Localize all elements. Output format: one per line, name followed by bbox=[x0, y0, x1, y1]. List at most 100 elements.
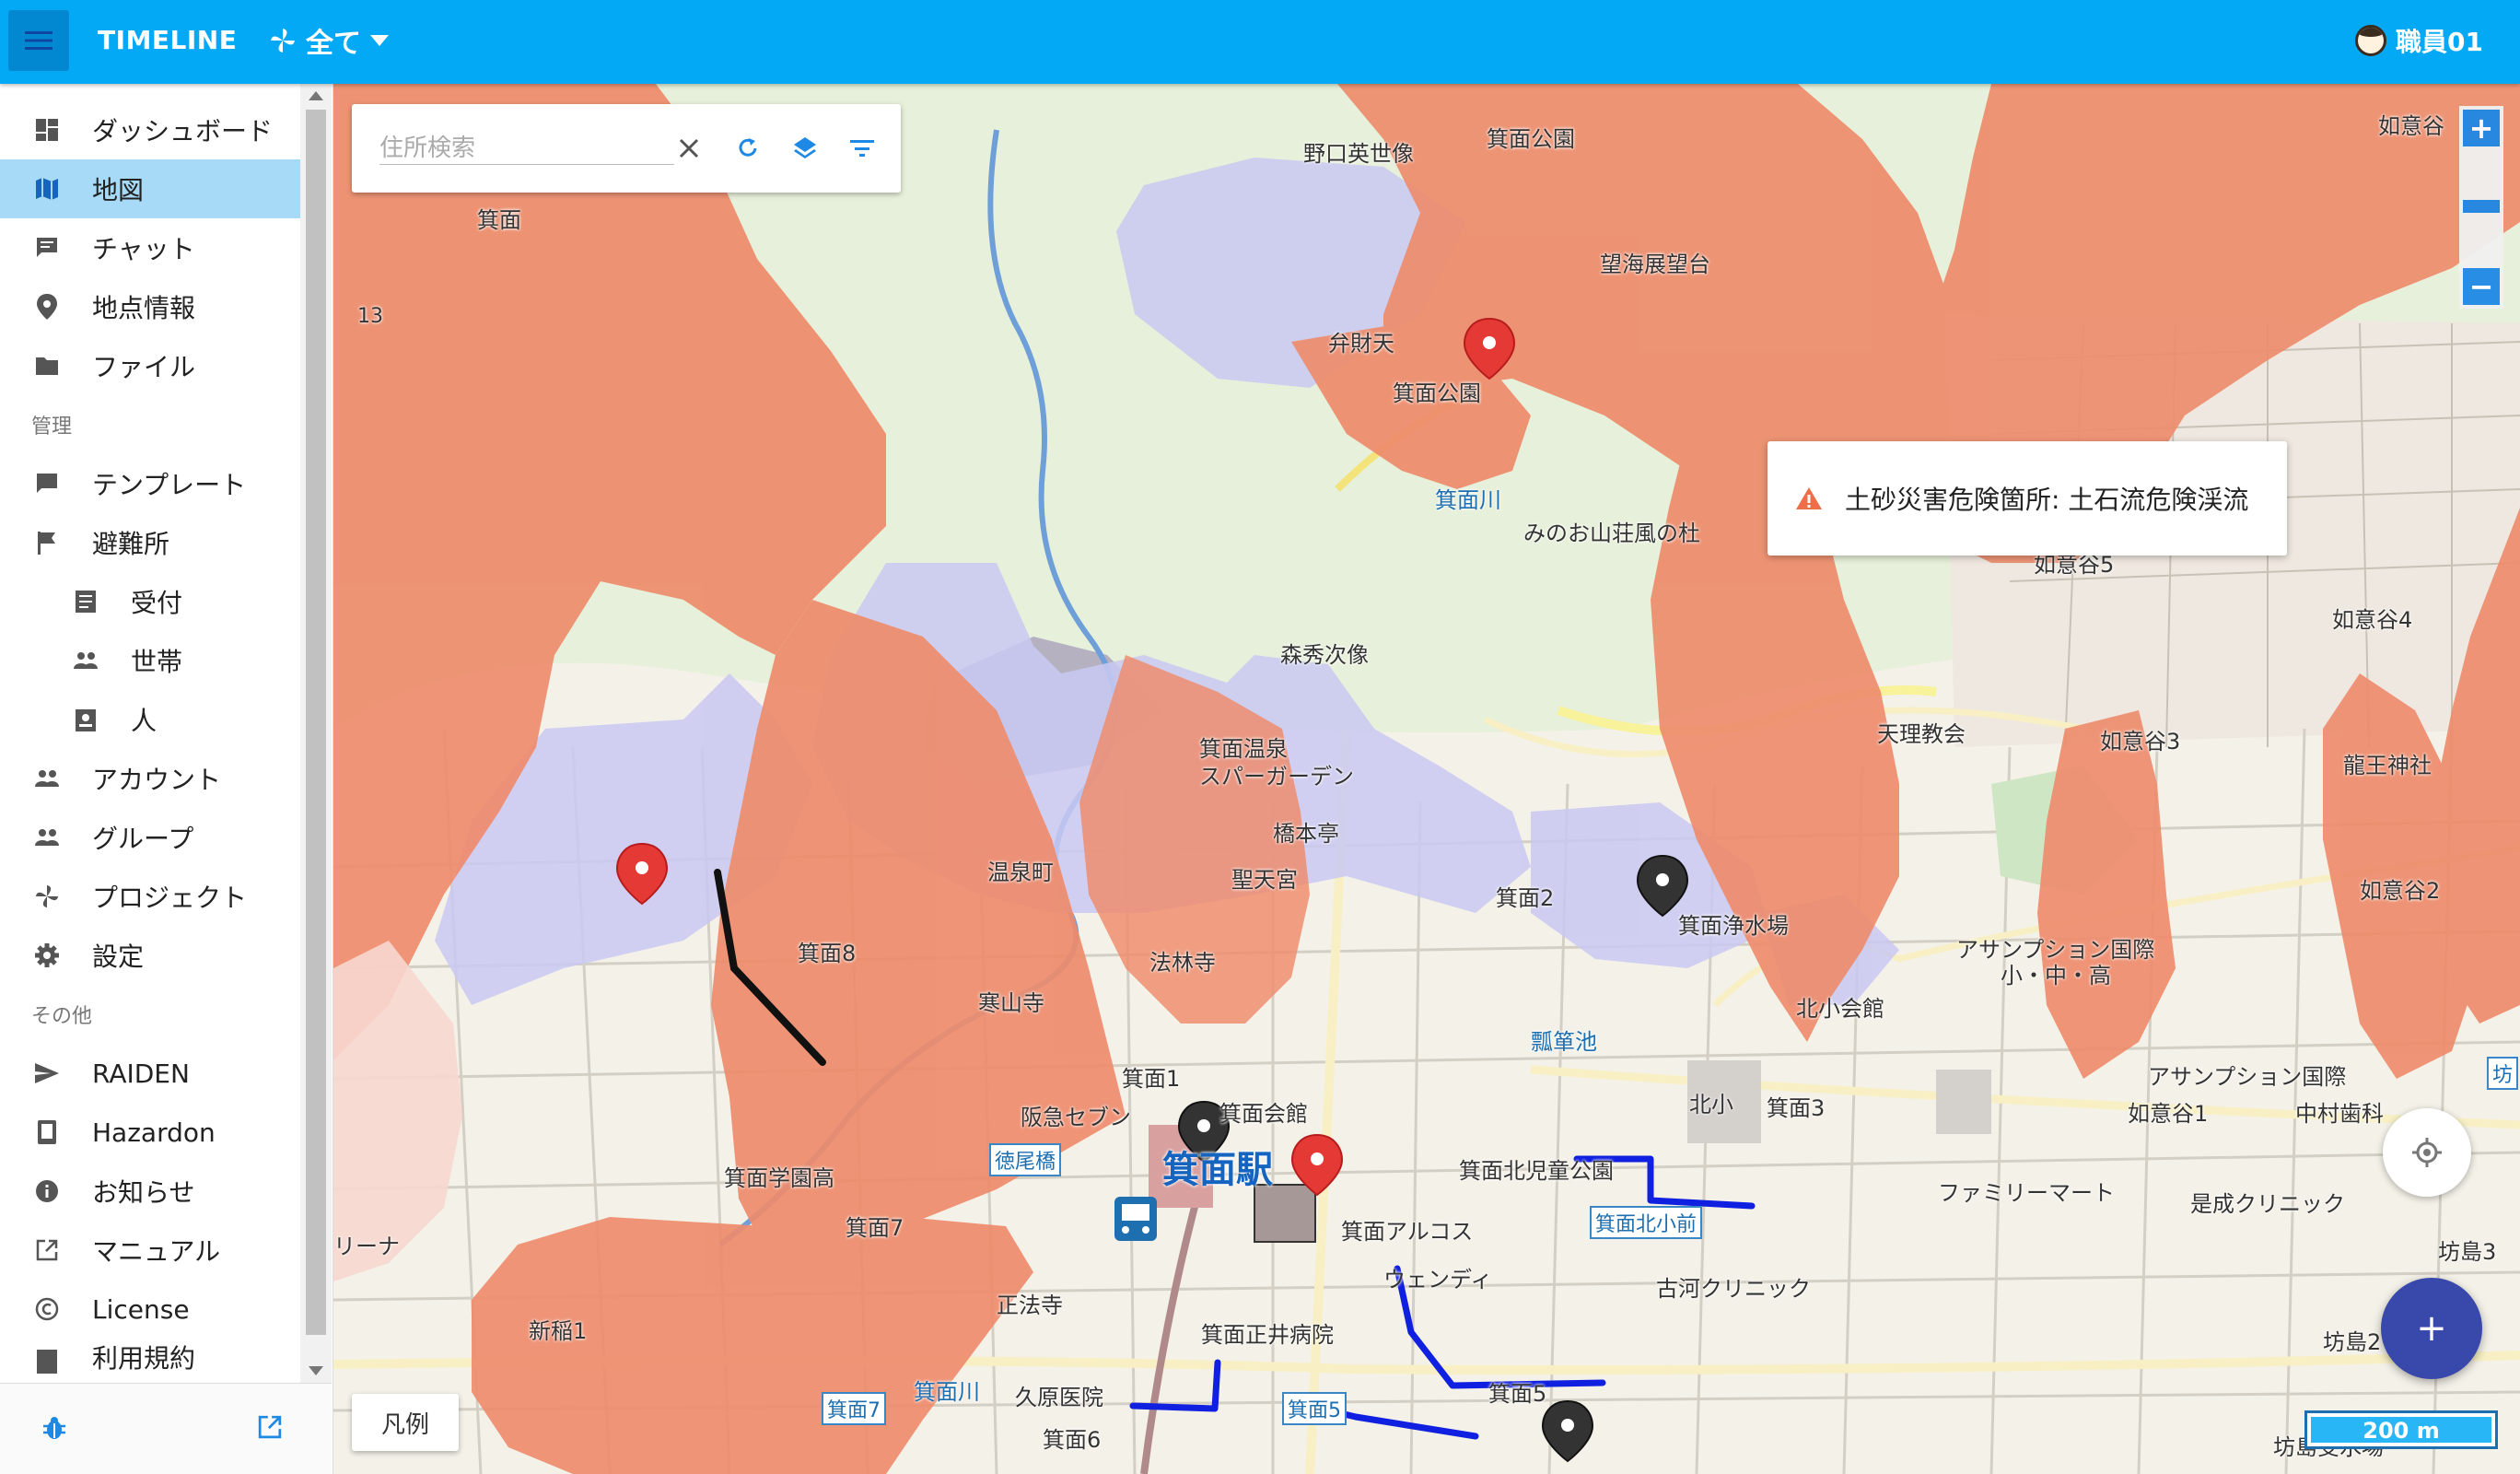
map-label: 箕面浄水場 bbox=[1678, 913, 1789, 939]
map-scale: 200 m bbox=[2304, 1410, 2498, 1449]
map-label: 箕面川 bbox=[914, 1379, 980, 1405]
zoom-control: + − bbox=[2459, 106, 2503, 309]
sidebar-item-chat[interactable]: チャット bbox=[0, 218, 300, 277]
copyright-icon bbox=[33, 1295, 61, 1323]
sidebar-item-files[interactable]: ファイル bbox=[0, 336, 300, 395]
map-label: リーナ bbox=[333, 1234, 400, 1259]
zoom-out-button[interactable]: − bbox=[2463, 268, 2500, 305]
chevron-down-icon bbox=[370, 35, 389, 46]
people-icon bbox=[33, 765, 61, 792]
sidebar-item-map[interactable]: 地図 bbox=[0, 159, 300, 218]
sidebar-item-reception[interactable]: 受付 bbox=[0, 572, 300, 631]
sidebar-item-label: ダッシュボード bbox=[92, 116, 274, 146]
map-label: 望海展望台 bbox=[1600, 252, 1710, 277]
project-select[interactable]: 全て bbox=[269, 20, 389, 61]
map-label: 箕面 bbox=[477, 207, 521, 233]
map-label: 森秀次像 bbox=[1280, 642, 1369, 668]
sidebar-item-notices[interactable]: お知らせ bbox=[0, 1162, 300, 1221]
map-label: 北小会館 bbox=[1796, 996, 1884, 1022]
sidebar: ダッシュボード 地図 チャット 地点情報 ファイル 管理 テンプレート 避難所 bbox=[0, 84, 333, 1474]
map-label: 徳尾橋 bbox=[989, 1143, 1062, 1176]
legend-button[interactable]: 凡例 bbox=[352, 1394, 459, 1451]
hazard-tooltip-text: 土砂災害危険箇所: 土石流危険渓流 bbox=[1845, 485, 2249, 515]
sidebar-item-label: 設定 bbox=[92, 942, 145, 972]
map-label: 箕面正井病院 bbox=[1201, 1322, 1334, 1348]
sidebar-item-templates[interactable]: テンプレート bbox=[0, 454, 300, 513]
map-label: 箕面5 bbox=[1282, 1392, 1347, 1425]
sidebar-item-accounts[interactable]: アカウント bbox=[0, 749, 300, 808]
scroll-thumb[interactable] bbox=[306, 110, 326, 1335]
menu-button[interactable] bbox=[8, 10, 69, 71]
crosshair-icon bbox=[2412, 1138, 2442, 1167]
section-header-admin: 管理 bbox=[31, 415, 73, 439]
clear-icon[interactable] bbox=[672, 132, 706, 165]
send-icon bbox=[33, 1059, 61, 1087]
map-label: アサンプション国際 bbox=[2148, 1064, 2347, 1090]
filter-icon[interactable] bbox=[846, 132, 879, 165]
zoom-in-button[interactable]: + bbox=[2463, 110, 2500, 146]
sidebar-scrollbar[interactable] bbox=[300, 84, 332, 1383]
sidebar-item-households[interactable]: 世帯 bbox=[0, 631, 300, 690]
people-icon bbox=[33, 824, 61, 851]
sidebar-item-label: マニュアル bbox=[92, 1236, 221, 1267]
flag-icon bbox=[33, 529, 61, 556]
map-label: 瓢箪池 bbox=[1531, 1029, 1597, 1055]
sidebar-item-label: 地図 bbox=[92, 175, 145, 205]
sidebar-item-label: Hazardon bbox=[92, 1117, 216, 1148]
sidebar-item-persons[interactable]: 人 bbox=[0, 690, 300, 749]
map-label: 箕面8 bbox=[798, 941, 857, 966]
sidebar-item-settings[interactable]: 設定 bbox=[0, 926, 300, 985]
sidebar-item-location-info[interactable]: 地点情報 bbox=[0, 277, 300, 336]
map-label: 如意谷3 bbox=[2100, 729, 2181, 755]
map-label: 箕面2 bbox=[1496, 885, 1555, 911]
avatar bbox=[2355, 25, 2387, 56]
sidebar-item-label: チャット bbox=[92, 234, 195, 264]
map-label: 箕面1 bbox=[1122, 1066, 1181, 1092]
hamburger-icon bbox=[25, 31, 52, 50]
external-link-icon bbox=[33, 1236, 61, 1264]
map-label: 寒山寺 bbox=[978, 990, 1044, 1016]
scroll-up-arrow[interactable] bbox=[309, 91, 323, 100]
external-link-icon[interactable] bbox=[258, 1415, 282, 1443]
sidebar-item-label: 人 bbox=[131, 706, 158, 736]
sidebar-nav: ダッシュボード 地図 チャット 地点情報 ファイル 管理 テンプレート 避難所 bbox=[0, 100, 300, 1375]
map-label: 小・中・高 bbox=[2001, 963, 2111, 989]
map-label: 如意谷4 bbox=[2332, 607, 2413, 633]
map-view[interactable]: 箕面 13 箕面公園 野口英世像 弁財天 箕面公園 望海展望台 箕面川 みのお山… bbox=[333, 84, 2520, 1474]
add-fab-button[interactable]: + bbox=[2381, 1278, 2482, 1379]
pinwheel-icon bbox=[271, 29, 295, 53]
sidebar-item-dashboard[interactable]: ダッシュボード bbox=[0, 100, 300, 159]
sidebar-item-hazardon[interactable]: Hazardon bbox=[0, 1103, 300, 1162]
map-label: 新稲1 bbox=[529, 1318, 588, 1344]
rss-icon bbox=[33, 1118, 61, 1146]
map-label: 橋本亭 bbox=[1273, 821, 1339, 847]
sidebar-item-groups[interactable]: グループ bbox=[0, 808, 300, 867]
sidebar-footer bbox=[0, 1383, 332, 1474]
locate-button[interactable] bbox=[2383, 1108, 2471, 1197]
refresh-icon[interactable] bbox=[731, 132, 764, 165]
sidebar-item-projects[interactable]: プロジェクト bbox=[0, 867, 300, 926]
sidebar-item-license[interactable]: License bbox=[0, 1280, 300, 1339]
user-name: 職員01 bbox=[2396, 27, 2483, 57]
sidebar-item-manual[interactable]: マニュアル bbox=[0, 1221, 300, 1280]
sidebar-item-raiden[interactable]: RAIDEN bbox=[0, 1044, 300, 1103]
map-label: 坊島2 bbox=[2323, 1329, 2382, 1355]
sidebar-item-label: プロジェクト bbox=[92, 883, 248, 913]
zoom-slider-handle[interactable] bbox=[2463, 200, 2500, 213]
map-label: 如意谷2 bbox=[2360, 878, 2441, 904]
sidebar-item-shelters[interactable]: 避難所 bbox=[0, 513, 300, 572]
layers-icon[interactable] bbox=[788, 132, 822, 165]
sidebar-item-label: RAIDEN bbox=[92, 1058, 190, 1089]
address-search-input[interactable] bbox=[379, 132, 674, 165]
scroll-down-arrow[interactable] bbox=[309, 1366, 323, 1375]
bug-icon[interactable] bbox=[42, 1415, 66, 1445]
map-label: 箕面5 bbox=[1488, 1381, 1547, 1407]
sidebar-item-label: テンプレート bbox=[92, 470, 247, 500]
chat-icon bbox=[33, 234, 61, 262]
sidebar-item-label: ファイル bbox=[92, 352, 196, 382]
user-menu[interactable]: 職員01 bbox=[2355, 22, 2483, 59]
map-label: 13 bbox=[357, 305, 383, 328]
sidebar-item-terms[interactable]: 利用規約 bbox=[0, 1339, 300, 1375]
map-label: 野口英世像 bbox=[1303, 141, 1414, 167]
project-label: 全て bbox=[306, 28, 361, 60]
